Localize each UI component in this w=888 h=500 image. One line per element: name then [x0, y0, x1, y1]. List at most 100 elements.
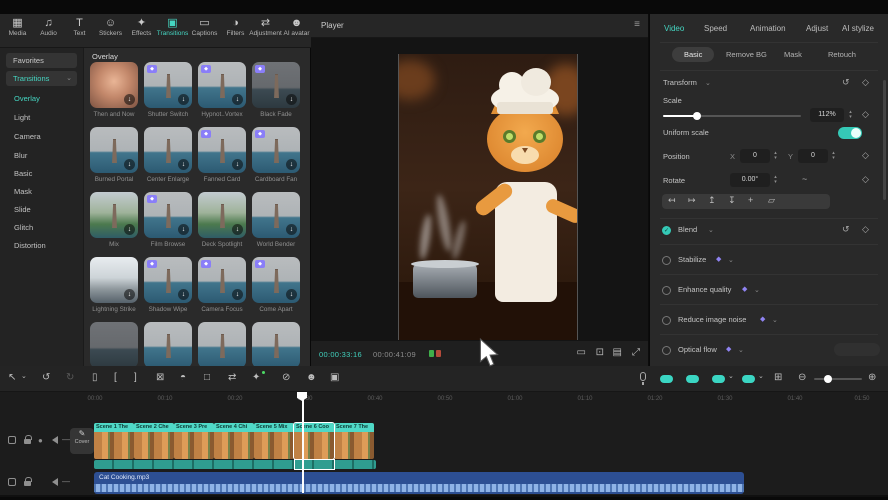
mute-track-icon[interactable]	[52, 478, 58, 486]
sidebar-item-overlay[interactable]: Overlay	[14, 94, 40, 103]
quality-badge-icon[interactable]: ▤	[613, 347, 622, 358]
scale-stepper[interactable]: ▴▾	[846, 108, 855, 122]
blend-checkbox[interactable]: ✓	[662, 226, 671, 235]
scan-icon[interactable]: ⊡	[596, 347, 604, 358]
stepper-down-icon[interactable]: ▾	[774, 156, 777, 161]
uniform-scale-toggle[interactable]	[838, 127, 862, 139]
tab-ai-stylize[interactable]: AI stylize	[842, 24, 874, 33]
keyframe-icon[interactable]: ◇	[862, 150, 869, 161]
audio-clip[interactable]: Cat Cooking.mp3	[94, 472, 744, 494]
align-bottom-icon[interactable]: ↧	[728, 195, 736, 206]
download-icon[interactable]: ↓	[232, 289, 243, 300]
reduce-noise-checkbox[interactable]	[662, 316, 671, 325]
transition-card[interactable]: ◆↓Shadow Wipe	[144, 257, 192, 313]
chevron-down-icon[interactable]: ⌄	[705, 79, 711, 87]
stabilize-checkbox[interactable]	[662, 256, 671, 265]
download-icon[interactable]: ↓	[178, 159, 189, 170]
transition-card[interactable]: ◆↓Camera Focus	[198, 257, 246, 313]
chevron-down-icon[interactable]: ⌄	[754, 286, 760, 294]
ratio-icon[interactable]: ▭	[577, 347, 586, 358]
download-icon[interactable]: ↓	[178, 224, 189, 235]
download-icon[interactable]: ↓	[178, 94, 189, 105]
clip-scene-2[interactable]: Scene 2 Che	[134, 423, 174, 459]
stepper-down-icon[interactable]: ▾	[849, 115, 852, 120]
video-preview[interactable]	[398, 54, 578, 352]
player-menu-icon[interactable]: ≡	[634, 19, 640, 30]
inspector-scrollbar[interactable]	[883, 80, 886, 200]
download-icon[interactable]: ↓	[232, 224, 243, 235]
chevron-down-icon[interactable]: ⌄	[708, 226, 714, 234]
download-icon[interactable]: ↓	[124, 159, 135, 170]
transition-card[interactable]	[252, 322, 300, 366]
align-left-icon[interactable]: ↤	[668, 195, 676, 206]
download-icon[interactable]: ↓	[286, 94, 297, 105]
stepper-down-icon[interactable]: ▾	[774, 180, 777, 185]
tab-transitions[interactable]: ▣Transitions	[157, 17, 188, 46]
chevron-down-icon[interactable]: ⌄	[758, 372, 764, 380]
track-type-icon[interactable]	[8, 478, 16, 486]
download-icon[interactable]: ↓	[286, 289, 297, 300]
transition-card[interactable]: ↓Deck Spotlight	[198, 192, 246, 248]
select-tool-icon[interactable]: ↖	[8, 372, 16, 383]
position-x-field[interactable]: 0	[740, 149, 770, 163]
collapse-icon[interactable]: —	[62, 477, 70, 486]
chevron-down-icon[interactable]: ⌄	[738, 346, 744, 354]
clip-scene-6-selected[interactable]: Scene 6 Coo	[294, 423, 334, 459]
mute-icon[interactable]: ⊘	[282, 372, 290, 383]
download-icon[interactable]: ↓	[286, 224, 297, 235]
transition-card[interactable]: ↓World Bender	[252, 192, 300, 248]
extract-person-icon[interactable]: ☻	[306, 372, 317, 383]
clip-scene-7[interactable]: Scene 7 The	[334, 423, 374, 459]
mirror-icon[interactable]: ⊞	[774, 372, 782, 383]
transitions-category-button[interactable]: Transitions⌄	[6, 71, 77, 86]
download-icon[interactable]: ↓	[124, 94, 135, 105]
sidebar-item-slide[interactable]: Slide	[14, 205, 31, 214]
sidebar-item-camera[interactable]: Camera	[14, 132, 41, 141]
enhance-quality-checkbox[interactable]	[662, 286, 671, 295]
transition-card[interactable]: ◆↓Fanned Card	[198, 127, 246, 183]
sidebar-item-basic[interactable]: Basic	[14, 169, 32, 178]
subtab-remove-bg[interactable]: Remove BG	[726, 50, 767, 59]
optical-flow-checkbox[interactable]	[662, 346, 671, 355]
transition-card[interactable]	[144, 322, 192, 366]
timeline-zoom-thumb[interactable]	[824, 375, 832, 383]
transition-card[interactable]: ↓Mix	[90, 192, 138, 248]
favorites-button[interactable]: Favorites	[6, 53, 77, 68]
trim-right-icon[interactable]: ]	[134, 372, 137, 383]
tab-filters[interactable]: ◑Filters	[220, 17, 251, 46]
tab-animation[interactable]: Animation	[750, 24, 786, 33]
download-icon[interactable]: ↓	[124, 289, 135, 300]
transition-card[interactable]	[90, 322, 138, 366]
undo-icon[interactable]: ↺	[42, 372, 50, 383]
crop-tool-icon[interactable]: □	[204, 372, 210, 383]
align-right-icon[interactable]: ↦	[688, 195, 696, 206]
tab-speed[interactable]: Speed	[704, 24, 727, 33]
chevron-down-icon[interactable]: ⌄	[21, 372, 27, 380]
zoom-out-icon[interactable]: ⊖	[798, 372, 806, 383]
rotate-dial-icon[interactable]: ~	[802, 174, 807, 184]
sidebar-item-glitch[interactable]: Glitch	[14, 223, 33, 232]
chevron-down-icon[interactable]: ⌄	[772, 316, 778, 324]
position-y-field[interactable]: 0	[798, 149, 828, 163]
transition-card[interactable]: ↓Center Enlarge	[144, 127, 192, 183]
clip-scene-3[interactable]: Scene 3 Pre	[174, 423, 214, 459]
position-y-stepper[interactable]: ▴▾	[829, 149, 838, 163]
keyframe-icon[interactable]: ◇	[862, 77, 869, 88]
transition-card[interactable]: ↓Lightning Strike	[90, 257, 138, 313]
tab-adjustment[interactable]: ⇄Adjustment	[250, 17, 281, 46]
playhead-line[interactable]	[302, 396, 304, 493]
snap-toggle-icon[interactable]	[686, 375, 699, 383]
scale-slider-thumb[interactable]	[693, 112, 701, 120]
preview-toggle-icon[interactable]	[742, 375, 755, 383]
tab-text[interactable]: TText	[64, 17, 95, 46]
sidebar-item-blur[interactable]: Blur	[14, 151, 27, 160]
keyframe-icon[interactable]: ◇	[862, 174, 869, 185]
collapse-icon[interactable]: —	[62, 435, 70, 444]
tab-adjust[interactable]: Adjust	[806, 24, 828, 33]
loop-icon[interactable]: ⇄	[228, 372, 236, 383]
screen-icon[interactable]: ▣	[330, 372, 339, 383]
clip-scene-4[interactable]: Scene 4 Chi	[214, 423, 254, 459]
skew-icon[interactable]: ▱	[768, 195, 775, 206]
keyframe-icon[interactable]: ◇	[862, 109, 869, 120]
link-toggle-icon[interactable]	[712, 375, 725, 383]
